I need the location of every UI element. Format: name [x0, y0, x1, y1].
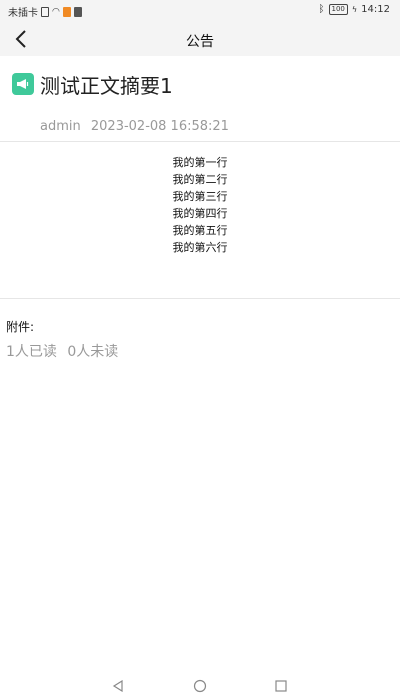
circle-home-icon — [193, 679, 207, 693]
author-name: admin — [40, 119, 81, 134]
divider — [0, 298, 400, 299]
read-stats[interactable]: 1人已读 0人未读 — [6, 341, 124, 361]
notice-content: 我的第一行 我的第二行 我的第三行 我的第四行 我的第五行 我的第六行 — [0, 154, 400, 256]
divider — [0, 141, 400, 142]
page-title: 公告 — [186, 34, 214, 50]
message-notification-icon — [73, 6, 82, 17]
title-bar: 公告 — [0, 22, 400, 56]
app-notification-icon — [62, 6, 71, 17]
content-line: 我的第六行 — [172, 241, 228, 254]
nav-home-button[interactable] — [192, 678, 208, 694]
wifi-icon: ◠ — [52, 6, 60, 17]
content-line: 我的第一行 — [172, 156, 228, 169]
content-line: 我的第五行 — [172, 224, 228, 237]
triangle-back-icon — [112, 680, 123, 692]
nav-back-button[interactable] — [110, 678, 126, 694]
status-left: 未插卡 ◠ — [8, 4, 82, 19]
megaphone-icon — [12, 73, 34, 95]
square-recents-icon — [275, 680, 287, 692]
clock-text: 14:12 — [361, 4, 390, 15]
read-count: 1人已读 — [6, 344, 57, 360]
notice-meta: admin 2023-02-08 16:58:21 — [40, 119, 235, 134]
battery-icon: 100 — [328, 4, 348, 15]
content-line: 我的第四行 — [172, 207, 228, 220]
status-bar: 未插卡 ◠ ᛒ 100 ϟ 14:12 — [0, 0, 400, 22]
unread-count: 0人未读 — [67, 344, 119, 360]
charging-icon: ϟ — [351, 5, 358, 14]
notice-header: 测试正文摘要1 — [12, 70, 173, 98]
publish-datetime: 2023-02-08 16:58:21 — [90, 119, 229, 134]
content-line: 我的第三行 — [172, 190, 228, 203]
notice-title: 测试正文摘要1 — [40, 73, 173, 98]
attachment-label: 附件: — [6, 320, 35, 334]
system-nav-bar — [0, 672, 400, 700]
nav-recents-button[interactable] — [273, 678, 289, 694]
bluetooth-icon: ᛒ — [318, 4, 325, 15]
sim-icon — [41, 6, 49, 17]
carrier-text: 未插卡 — [8, 8, 38, 19]
status-right: ᛒ 100 ϟ 14:12 — [319, 4, 390, 15]
content-line: 我的第二行 — [172, 173, 228, 186]
